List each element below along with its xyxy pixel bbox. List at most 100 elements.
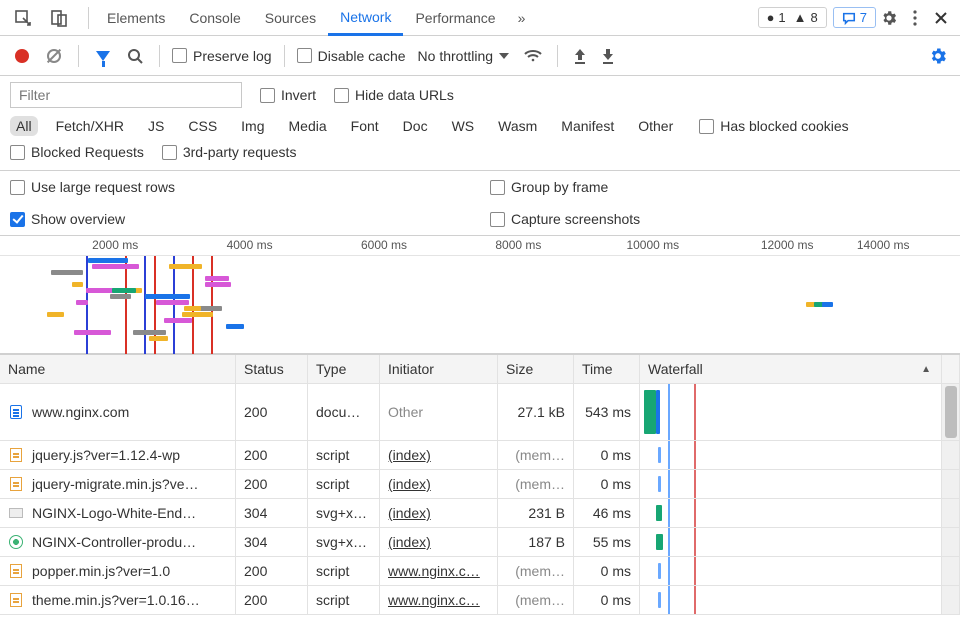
request-status: 304 [236, 499, 308, 528]
settings-icon[interactable] [876, 9, 902, 27]
filter-type-other[interactable]: Other [632, 116, 679, 136]
tab-elements[interactable]: Elements [95, 0, 177, 35]
request-type: svg+x… [308, 499, 380, 528]
filter-type-doc[interactable]: Doc [397, 116, 434, 136]
request-waterfall [640, 557, 942, 586]
group-by-frame-checkbox[interactable]: Group by frame [490, 179, 608, 195]
request-size: 231 B [498, 499, 574, 528]
request-status: 304 [236, 528, 308, 557]
blocked-requests-checkbox[interactable]: Blocked Requests [10, 144, 144, 160]
timeline-tick: 8000 ms [495, 238, 541, 252]
request-type: script [308, 470, 380, 499]
filter-type-js[interactable]: JS [142, 116, 170, 136]
timeline-tick: 6000 ms [361, 238, 407, 252]
upload-har-icon[interactable] [570, 47, 590, 65]
device-toggle-icon[interactable] [46, 9, 72, 27]
request-initiator[interactable]: (index) [380, 499, 498, 528]
tab-performance[interactable]: Performance [403, 0, 507, 35]
network-settings-icon[interactable] [926, 44, 950, 68]
request-name[interactable]: NGINX-Controller-produ… [0, 528, 236, 557]
timeline-tick: 4000 ms [227, 238, 273, 252]
close-icon[interactable] [928, 11, 954, 25]
request-name[interactable]: NGINX-Logo-White-End… [0, 499, 236, 528]
request-type: docu… [308, 384, 380, 441]
filter-input[interactable]: Filter [10, 82, 242, 108]
invert-checkbox[interactable]: Invert [260, 87, 316, 103]
scrollbar[interactable] [942, 384, 960, 441]
scrollbar [942, 441, 960, 470]
capture-screenshots-checkbox[interactable]: Capture screenshots [490, 211, 640, 227]
filter-toggle-icon[interactable] [91, 44, 115, 68]
request-size: (mem… [498, 470, 574, 499]
download-har-icon[interactable] [598, 47, 618, 65]
request-name[interactable]: www.nginx.com [0, 384, 236, 441]
filter-type-font[interactable]: Font [345, 116, 385, 136]
request-initiator[interactable]: www.nginx.c… [380, 557, 498, 586]
filter-type-fetchxhr[interactable]: Fetch/XHR [50, 116, 130, 136]
chevron-down-icon [499, 53, 509, 59]
show-overview-checkbox[interactable]: Show overview [10, 211, 125, 227]
col-size[interactable]: Size [498, 355, 574, 384]
preserve-log-checkbox[interactable]: Preserve log [172, 48, 272, 64]
request-time: 0 ms [574, 557, 640, 586]
request-name[interactable]: jquery-migrate.min.js?ve… [0, 470, 236, 499]
overview-timeline[interactable]: 2000 ms4000 ms6000 ms8000 ms10000 ms1200… [0, 236, 960, 354]
disable-cache-checkbox[interactable]: Disable cache [297, 48, 406, 64]
inspect-icon[interactable] [10, 9, 36, 27]
col-name[interactable]: Name [0, 355, 236, 384]
file-icon [8, 404, 24, 420]
col-scroll [942, 355, 960, 384]
col-type[interactable]: Type [308, 355, 380, 384]
filter-type-wasm[interactable]: Wasm [492, 116, 543, 136]
large-rows-checkbox[interactable]: Use large request rows [10, 179, 175, 195]
filter-type-img[interactable]: Img [235, 116, 270, 136]
kebab-menu-icon[interactable] [902, 9, 928, 27]
hide-data-urls-checkbox[interactable]: Hide data URLs [334, 87, 454, 103]
timeline-tick: 2000 ms [92, 238, 138, 252]
request-type: script [308, 441, 380, 470]
request-name[interactable]: theme.min.js?ver=1.0.16… [0, 586, 236, 615]
scrollbar [942, 586, 960, 615]
col-waterfall[interactable]: Waterfall [640, 355, 942, 384]
col-time[interactable]: Time [574, 355, 640, 384]
search-icon[interactable] [123, 44, 147, 68]
third-party-checkbox[interactable]: 3rd-party requests [162, 144, 297, 160]
filter-type-css[interactable]: CSS [182, 116, 223, 136]
messages-counter[interactable]: 7 [833, 7, 876, 28]
request-initiator[interactable]: www.nginx.c… [380, 586, 498, 615]
request-waterfall [640, 441, 942, 470]
file-icon [8, 476, 24, 492]
throttling-dropdown[interactable]: No throttling [414, 48, 513, 64]
scrollbar [942, 557, 960, 586]
more-tabs-icon[interactable]: » [508, 10, 536, 26]
request-status: 200 [236, 384, 308, 441]
clear-button[interactable] [42, 44, 66, 68]
network-conditions-icon[interactable] [521, 44, 545, 68]
filter-type-media[interactable]: Media [283, 116, 333, 136]
request-waterfall [640, 499, 942, 528]
request-status: 200 [236, 441, 308, 470]
request-initiator[interactable]: (index) [380, 470, 498, 499]
tab-network[interactable]: Network [328, 0, 403, 36]
request-type: script [308, 557, 380, 586]
filter-type-ws[interactable]: WS [446, 116, 481, 136]
col-status[interactable]: Status [236, 355, 308, 384]
tab-console[interactable]: Console [177, 0, 252, 35]
record-button[interactable] [10, 44, 34, 68]
filter-type-all[interactable]: All [10, 116, 38, 136]
request-initiator[interactable]: (index) [380, 441, 498, 470]
request-initiator[interactable]: (index) [380, 528, 498, 557]
request-name[interactable]: popper.min.js?ver=1.0 [0, 557, 236, 586]
has-blocked-cookies-checkbox[interactable]: Has blocked cookies [699, 118, 848, 134]
timeline-tick: 12000 ms [761, 238, 814, 252]
request-name[interactable]: jquery.js?ver=1.12.4-wp [0, 441, 236, 470]
filter-bar: Filter Invert Hide data URLs All Fetch/XH… [0, 76, 960, 171]
request-status: 200 [236, 470, 308, 499]
request-waterfall [640, 586, 942, 615]
issues-counter[interactable]: ●1 ▲8 [758, 7, 827, 28]
request-waterfall [640, 470, 942, 499]
filter-type-manifest[interactable]: Manifest [555, 116, 620, 136]
tab-sources[interactable]: Sources [253, 0, 328, 35]
file-icon [8, 505, 24, 521]
col-initiator[interactable]: Initiator [380, 355, 498, 384]
